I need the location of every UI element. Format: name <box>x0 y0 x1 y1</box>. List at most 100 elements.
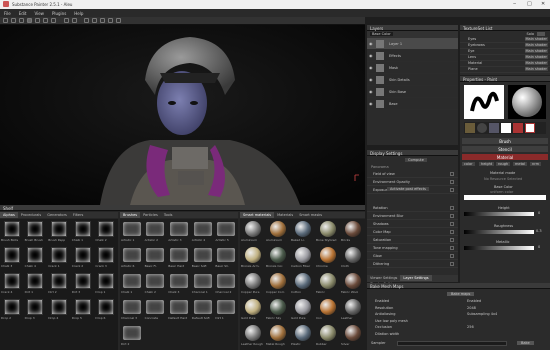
material-item[interactable]: Metal Rough <box>265 323 290 349</box>
brush-section[interactable]: Brush <box>462 138 548 144</box>
display-setting-checkbox[interactable] <box>450 206 454 210</box>
alpha-item[interactable]: Drop 4 <box>47 297 71 323</box>
layer-row[interactable]: ◉ Skin Base <box>367 86 458 98</box>
shelf-tab[interactable]: Smart masks <box>296 212 325 218</box>
brush-item[interactable]: Charcoal 3 <box>120 297 144 323</box>
display-setting-checkbox[interactable] <box>450 254 454 258</box>
alpha-item[interactable]: Drop 5 <box>71 297 95 323</box>
brush-item[interactable]: Artistic 1 <box>120 219 144 245</box>
alpha-item[interactable]: Chalk 3 <box>0 245 24 271</box>
bake-setting-value[interactable]: Subsampling 4x4 <box>467 312 497 316</box>
shelf-tab[interactable]: Brushes <box>120 212 141 218</box>
eye-icon[interactable]: ◉ <box>369 77 373 82</box>
display-setting-checkbox[interactable] <box>450 180 454 184</box>
brush-item[interactable]: Artistic 4 <box>191 219 215 245</box>
brush-item[interactable]: Dirt 2 <box>120 323 144 349</box>
shader-select[interactable]: Main shader <box>524 67 548 71</box>
alpha-item[interactable]: Chalk 4 <box>24 245 48 271</box>
polygon-fill-icon[interactable] <box>27 18 32 23</box>
material-item[interactable]: Gold Pure <box>290 297 315 323</box>
grid-icon[interactable] <box>100 18 105 23</box>
alpha-item[interactable]: Dirt 2 <box>47 271 71 297</box>
brush-item[interactable]: Basic Soft <box>191 245 215 271</box>
shader-select[interactable]: Main shader <box>524 43 548 47</box>
material-item[interactable]: Iron <box>315 297 340 323</box>
display-setting-checkbox[interactable] <box>450 238 454 242</box>
close-icon[interactable]: ✕ <box>541 1 545 7</box>
shelf-tab[interactable]: Materials <box>274 212 296 218</box>
shader-select[interactable]: Main shader <box>524 49 548 53</box>
height-slot[interactable] <box>525 123 535 133</box>
material-item[interactable]: Copper Pure <box>240 271 265 297</box>
maximize-icon[interactable]: □ <box>527 1 532 7</box>
layer-row[interactable]: ◉ Effects <box>367 50 458 62</box>
metallic-value[interactable]: 0 <box>538 245 540 249</box>
menu-file[interactable]: File <box>0 9 15 16</box>
material-item[interactable]: Baked Li. <box>290 219 315 245</box>
shelf-tab[interactable]: Alphas <box>0 212 18 218</box>
display-setting-checkbox[interactable] <box>450 222 454 226</box>
eye-icon[interactable]: ◉ <box>369 41 373 46</box>
bake-setting-value[interactable]: Enabled <box>467 299 481 303</box>
brush-item[interactable]: Basic Sh. <box>214 245 238 271</box>
material-item[interactable]: Fabric <box>315 271 340 297</box>
display-setting-row[interactable]: Environment Blur <box>367 212 458 220</box>
display-setting-row[interactable]: Dithering <box>367 260 458 268</box>
channel-toggle-nrm[interactable]: nrm <box>530 162 542 166</box>
alpha-item[interactable]: Crack 4 <box>0 271 24 297</box>
channel-toggle-rough[interactable]: rough <box>496 162 511 166</box>
material-item[interactable]: Fabric Sky <box>265 297 290 323</box>
eraser-tool-icon[interactable] <box>11 18 16 23</box>
settings-icon[interactable] <box>537 32 545 36</box>
brush-item[interactable]: Basic Hard <box>167 245 191 271</box>
shelf-tab[interactable]: Procedurals <box>18 212 44 218</box>
brush-item[interactable]: Artistic 5 <box>214 219 238 245</box>
display-setting-checkbox[interactable] <box>450 188 454 192</box>
height-slider[interactable] <box>464 212 534 216</box>
display-setting-checkbox[interactable] <box>450 246 454 250</box>
display-setting-row[interactable]: Field of view <box>367 170 458 178</box>
material-item[interactable]: Aluminium <box>265 219 290 245</box>
shader-select[interactable]: Main shader <box>524 61 548 65</box>
roughness-value[interactable]: 0.3 <box>536 229 542 233</box>
display-setting-row[interactable]: Environment Opacity <box>367 178 458 186</box>
material-item[interactable]: Carbon Fiber <box>290 245 315 271</box>
color-slot[interactable] <box>513 123 523 133</box>
paint-tool-icon[interactable] <box>3 18 8 23</box>
sampler-field[interactable] <box>397 341 507 346</box>
alpha-item[interactable]: Crack 1 <box>47 245 71 271</box>
activate-post-effects-toggle[interactable]: Activate post effects <box>387 187 429 191</box>
brush-item[interactable]: Charcoal 1 <box>191 271 215 297</box>
menu-plugins[interactable]: Plugins <box>48 9 70 16</box>
display-setting-row[interactable]: Tone mapping <box>367 244 458 252</box>
display-setting-row[interactable]: Rotation <box>367 204 458 212</box>
material-item[interactable]: Leather <box>340 297 365 323</box>
display-setting-row[interactable]: Glow <box>367 252 458 260</box>
menu-view[interactable]: View <box>30 9 48 16</box>
menu-help[interactable]: Help <box>70 9 87 16</box>
layer-row[interactable]: ◉ Base <box>367 98 458 110</box>
shelf-tab[interactable]: Smart materials <box>240 212 275 218</box>
alpha-item[interactable]: Drop 6 <box>94 297 118 323</box>
material-item[interactable]: Bone Stylized <box>315 219 340 245</box>
texture-set-row[interactable]: Plane Main shader <box>460 67 550 73</box>
display-setting-checkbox[interactable] <box>450 172 454 176</box>
alpha-item[interactable]: Crack 2 <box>71 245 95 271</box>
alpha-item[interactable]: Chalk 2 <box>94 219 118 245</box>
smudge-tool-icon[interactable] <box>35 18 40 23</box>
brush-slots[interactable] <box>464 122 546 134</box>
material-item[interactable]: Copper Corr. <box>265 271 290 297</box>
blend-mode-select[interactable]: Base Color <box>370 32 393 36</box>
minimize-icon[interactable]: ‒ <box>513 1 516 7</box>
shelf-tab[interactable]: Particles <box>140 212 161 218</box>
bake-setting-value[interactable]: 256 <box>467 325 474 329</box>
brush-item[interactable]: Basic Fl. <box>144 245 168 271</box>
layer-row[interactable]: ◉ Layer 1 <box>367 38 458 50</box>
alpha-slot[interactable] <box>465 123 475 133</box>
brush-item[interactable]: Charcoal 2 <box>214 271 238 297</box>
settings-icon[interactable] <box>116 18 121 23</box>
shader-select[interactable]: Main shader <box>524 55 548 59</box>
channel-toggle-metal[interactable]: metal <box>513 162 528 166</box>
material-item[interactable]: Plastic <box>290 323 315 349</box>
material-item[interactable]: Rubber <box>315 323 340 349</box>
